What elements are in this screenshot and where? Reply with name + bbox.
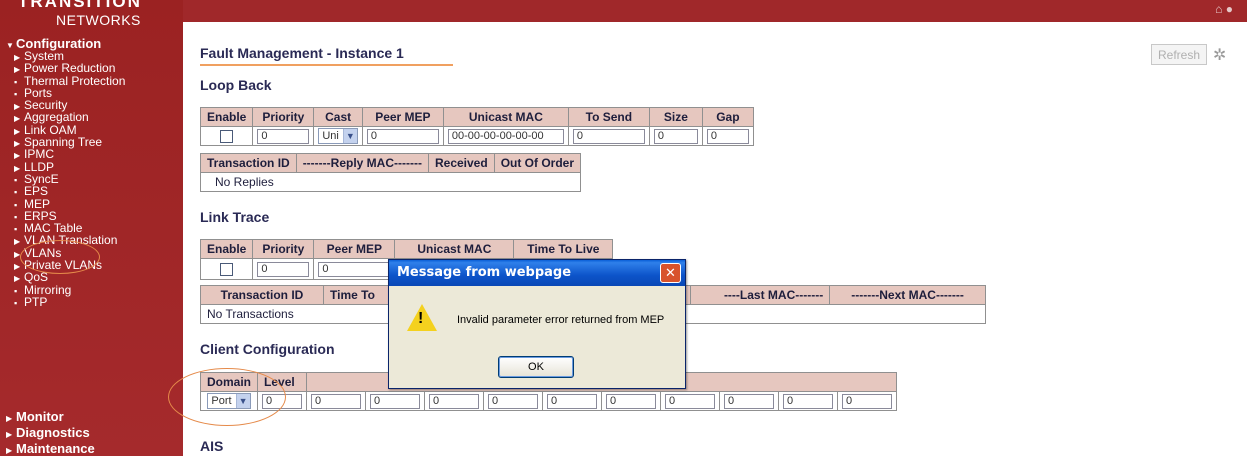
col-transaction-id: Transaction ID [200,285,324,305]
col-enable: Enable [199,107,254,127]
nav-maintenance[interactable]: ▶ Maintenance [6,441,95,458]
col-peer-mep: Peer MEP [361,107,444,127]
no-replies-text: No Replies [199,172,582,192]
col-transaction-id: Transaction ID [200,153,297,173]
nav-item-ptp[interactable]: ▪ PTP [14,296,125,308]
col-priority: Priority [252,107,315,127]
chevron-down-icon: ▼ [342,129,357,143]
client-level-input[interactable]: 0 [606,394,657,409]
col-last-mac: ----Last MAC------- [689,285,831,305]
col-cast: Cast [313,107,363,127]
brand-name: NETWORKS [56,12,141,28]
refresh-button[interactable]: Refresh [1151,44,1207,65]
linktrace-peer-mep-input[interactable]: 0 [318,262,391,277]
col-next-mac: -------Next MAC------- [829,285,986,305]
page-title: Fault Management - Instance 1 [200,45,453,66]
loopback-gap-input[interactable]: 0 [706,129,749,144]
client-config-row: Port ▼ 00000000000 [199,391,898,411]
client-config-heading: Client Configuration [200,341,335,357]
col-to-send: To Send [567,107,650,127]
col-unicast-mac: Unicast MAC [394,239,515,259]
nav-monitor[interactable]: ▶ Monitor [6,409,64,426]
header-icons: ⌂ ● [1215,2,1233,16]
col-received: Received [427,153,495,173]
brand-logo: TRANSITION NETWORKS [0,0,183,31]
loopback-priority-input[interactable]: 0 [257,129,310,144]
close-icon[interactable]: ✕ [660,263,681,283]
ais-heading: AIS [200,438,224,454]
col-gap: Gap [701,107,754,127]
loopback-table: Enable Priority Cast Peer MEP Unicast MA… [199,107,754,146]
dialog-title: Message from webpage [389,260,685,286]
loopback-enable-checkbox[interactable] [220,130,234,144]
nav-item-label: PTP [24,294,48,309]
client-level-input[interactable]: 0 [429,394,480,409]
client-level-input[interactable]: 0 [783,394,834,409]
dialog-message: Invalid parameter error returned from ME… [457,314,665,326]
loopback-replies-table: Transaction ID -------Reply MAC------- R… [199,153,582,192]
bullet-icon: ▪ [14,297,18,308]
client-level-input[interactable]: 0 [842,394,893,409]
col-out-of-order: Out Of Order [493,153,582,173]
linktrace-heading: Link Trace [200,209,270,225]
client-level-input[interactable]: 0 [370,394,421,409]
loopback-to-send-input[interactable]: 0 [572,129,645,144]
loopback-unicast-mac-input[interactable]: 00-00-00-00-00-00 [447,129,564,144]
top-bar: ⌂ ● [183,0,1247,22]
nav-diagnostics[interactable]: ▶ Diagnostics [6,425,90,442]
bullet-icon: ▪ [14,187,18,198]
warning-exclamation-icon: ! [418,310,424,327]
side-navigation: TRANSITION NETWORKS ▼ Configuration ▶ Syst… [0,0,183,456]
loading-spinner-icon: ✲ [1213,47,1227,64]
client-level-input[interactable]: 0 [724,394,775,409]
ok-button[interactable]: OK [498,356,574,378]
linktrace-enable-checkbox[interactable] [220,263,234,277]
col-priority: Priority [252,239,315,259]
client-level-input[interactable]: 0 [665,394,716,409]
col-time-to-live: Time To Live [513,239,614,259]
loopback-peer-mep-input[interactable]: 0 [366,129,439,144]
brand-top-text: TRANSITION [18,0,142,11]
loopback-cast-select[interactable]: Uni ▼ [318,128,358,144]
col-unicast-mac: Unicast MAC [442,107,569,127]
client-level-input[interactable]: 0 [488,394,539,409]
message-dialog: Message from webpage ✕ ! Invalid paramet… [388,259,686,389]
linktrace-priority-input[interactable]: 0 [257,262,310,277]
col-peer-mep: Peer MEP [313,239,396,259]
client-level-input[interactable]: 0 [311,394,362,409]
client-level-input[interactable]: 0 [547,394,598,409]
caret-right-icon: ▶ [6,430,13,439]
annotation-ellipse-domain [168,368,286,426]
col-reply-mac: -------Reply MAC------- [295,153,429,173]
col-size: Size [648,107,703,127]
loopback-heading: Loop Back [200,77,272,93]
caret-right-icon: ▶ [6,414,13,423]
loopback-size-input[interactable]: 0 [653,129,698,144]
annotation-ellipse-mep [20,240,100,274]
col-enable: Enable [199,239,254,259]
